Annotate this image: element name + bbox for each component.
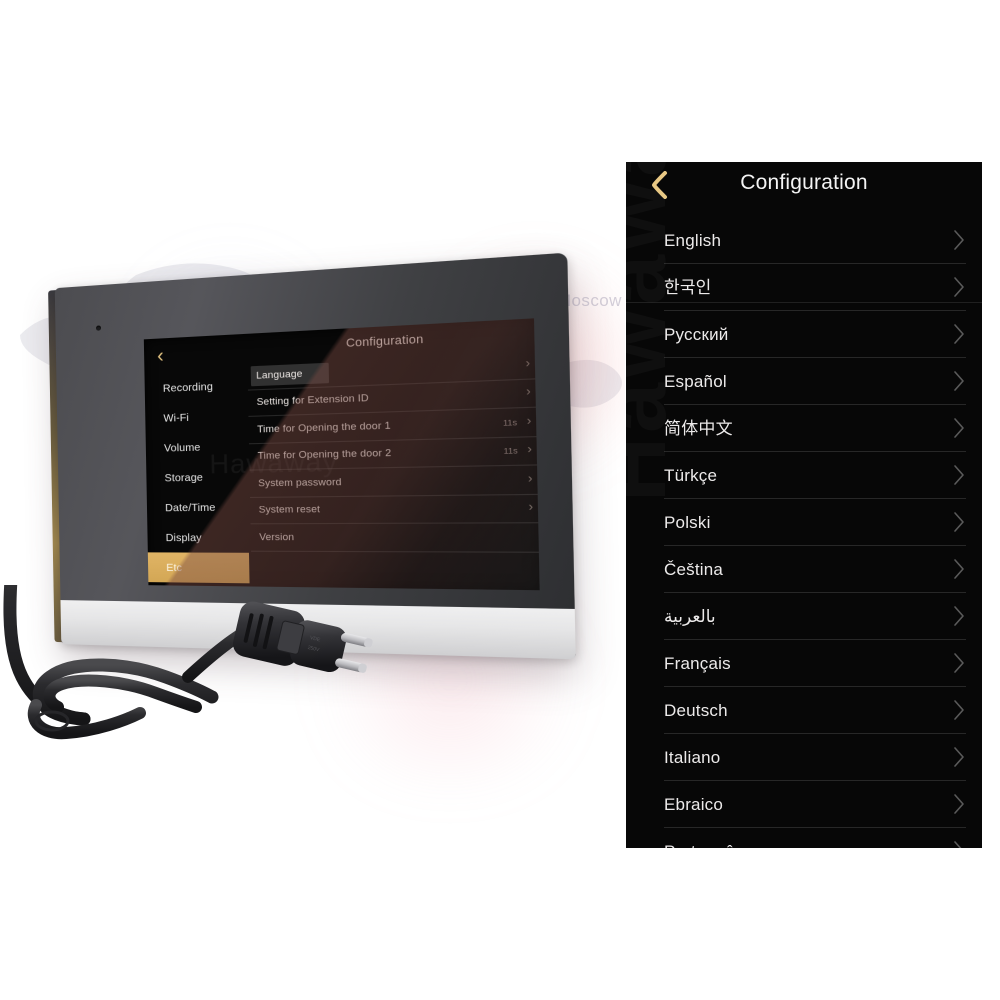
chevron-right-icon [952,464,966,486]
screen-sidebar-item-volume[interactable]: Volume [146,431,248,464]
screen-row-value: 11s [502,417,518,428]
language-label: Deutsch [664,700,728,720]
chevron-right-icon [952,417,966,439]
screen-sidebar-label: Volume [163,440,201,455]
language-item-french[interactable]: Français [664,640,966,687]
language-label: 简体中文 [664,418,733,438]
screen-settings-list: Language › Setting for Extension ID › Ti… [247,350,539,553]
language-label: Türkçe [664,465,718,485]
screen-sidebar-label: Display [165,531,202,544]
language-item-simplified-chinese[interactable]: 简体中文 [664,405,966,452]
language-selection-panel: Hawaway Configuration English 한국인 Русски… [626,162,982,848]
chevron-right-icon: › [527,472,533,486]
chevron-right-icon [952,276,966,298]
chevron-right-icon: › [525,385,531,400]
device-bottom-silver-strip [60,600,576,660]
panel-header: Configuration [626,162,982,217]
screen-sidebar-item-datetime[interactable]: Date/Time [147,492,249,523]
chevron-right-icon [952,558,966,580]
panel-title: Configuration [740,171,868,194]
chevron-right-icon [952,699,966,721]
screen-sidebar-item-wifi[interactable]: Wi-Fi [145,400,247,433]
language-label: Русский [664,324,729,344]
screen-sidebar-label: Wi-Fi [163,411,190,425]
language-label: 한국인 [664,277,712,297]
intercom-monitor-device: Hawaway ‹ Configuration Recording Wi-Fi … [48,252,576,660]
chevron-right-icon [952,511,966,533]
screen-row-label: System password [258,476,342,490]
chevron-right-icon: › [528,500,534,515]
device-lcd-screen: Hawaway ‹ Configuration Recording Wi-Fi … [143,318,540,591]
screen-row-value: 11s [503,445,518,457]
language-item-german[interactable]: Deutsch [664,687,966,734]
screen-sidebar-item-display[interactable]: Display [147,522,249,553]
chevron-right-icon [952,746,966,768]
screen-row-label: Language [250,362,330,387]
chevron-right-icon [952,229,966,251]
microphone-hole-icon [96,325,102,331]
language-item-turkish[interactable]: Türkçe [664,452,966,499]
chevron-right-icon: › [525,356,531,371]
screen-row-system-password[interactable]: System password › [249,465,538,498]
language-item-russian[interactable]: Русский [664,311,966,358]
chevron-right-icon: › [526,414,532,429]
language-label: Italiano [664,747,721,767]
screen-page-title: Configuration [345,333,424,351]
screen-row-label: System reset [258,503,321,517]
chevron-right-icon [952,323,966,345]
chevron-right-icon [952,652,966,674]
product-photo: Moscow Frankfurt Hawaway ‹ Configuration… [0,0,625,1000]
language-item-polish[interactable]: Polski [664,499,966,546]
language-label: Español [664,371,727,391]
language-item-czech[interactable]: Čeština [664,546,966,593]
device-bezel: Hawaway ‹ Configuration Recording Wi-Fi … [54,252,576,660]
screen-row-system-reset[interactable]: System reset › [250,494,539,525]
chevron-right-icon [952,793,966,815]
screen-row-label: Version [259,531,295,544]
screen-sidebar-item-recording[interactable]: Recording [144,370,246,404]
chevron-right-icon [952,370,966,392]
screen-sidebar-label: Storage [164,470,204,484]
language-item-italian[interactable]: Italiano [664,734,966,781]
language-label: Français [664,653,731,673]
language-item-english[interactable]: English [664,217,966,264]
screen-sidebar-item-etc[interactable]: Etc [147,552,250,584]
language-item-portuguese[interactable]: Português [664,828,966,848]
screen-row-label: Time for Opening the door 2 [257,447,392,463]
language-label: Português [664,843,743,849]
screen-row-label: Time for Opening the door 1 [257,419,391,436]
language-label: Ebraico [664,794,724,814]
screen-sidebar: Recording Wi-Fi Volume Storage Date/Time [144,334,250,587]
screen-sidebar-label: Recording [162,379,214,395]
screen-row-version[interactable]: Version [250,523,539,553]
screen-sidebar-item-storage[interactable]: Storage [146,461,248,493]
language-item-korean[interactable]: 한국인 [664,264,966,311]
chevron-right-icon [952,840,966,848]
language-list: English 한국인 Русский Español 简体中文 Türkçe … [626,217,982,848]
language-item-hebrew[interactable]: Ebraico [664,781,966,828]
language-label: English [664,230,722,250]
language-item-arabic[interactable]: بالعربية [664,593,966,640]
language-item-spanish[interactable]: Español [664,358,966,405]
screen-sidebar-label: Date/Time [165,500,216,514]
chevron-right-icon: › [527,443,532,457]
screen-sidebar-label: Etc [166,561,183,574]
screen-row-label: Setting for Extension ID [256,392,369,409]
language-label: Polski [664,512,711,532]
language-label: Čeština [664,559,724,579]
screen-back-chevron-icon[interactable]: ‹ [157,346,164,368]
chevron-right-icon [952,605,966,627]
language-label: بالعربية [664,606,716,626]
